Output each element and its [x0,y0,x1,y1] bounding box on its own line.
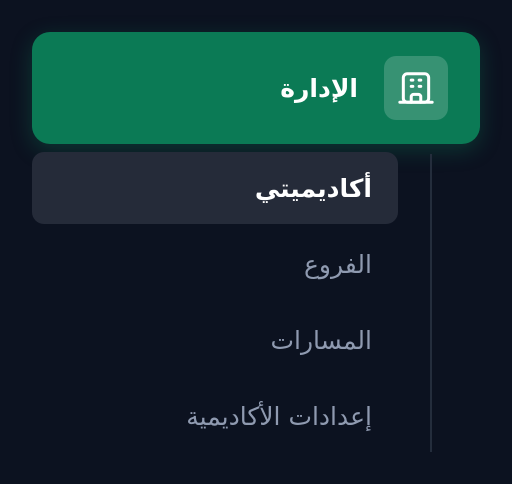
section-header-label: الإدارة [280,73,358,103]
submenu-item-branches[interactable]: الفروع [32,228,398,300]
sidebar-nav: الإدارة أكاديميتي الفروع المسارات إعدادا… [0,0,512,484]
submenu-item-academy-settings[interactable]: إعدادات الأكاديمية [32,380,398,452]
building-icon [398,72,434,104]
submenu-item-label: إعدادات الأكاديمية [186,401,372,431]
section-header-administration[interactable]: الإدارة [32,32,480,144]
submenu-item-label: أكاديميتي [254,173,372,203]
submenu-item-tracks[interactable]: المسارات [32,304,398,376]
building-icon-tile [384,56,448,120]
submenu-item-label: المسارات [270,325,373,355]
submenu-item-my-academy[interactable]: أكاديميتي [32,152,398,224]
submenu-item-label: الفروع [304,249,372,279]
submenu-divider-line [430,154,432,452]
